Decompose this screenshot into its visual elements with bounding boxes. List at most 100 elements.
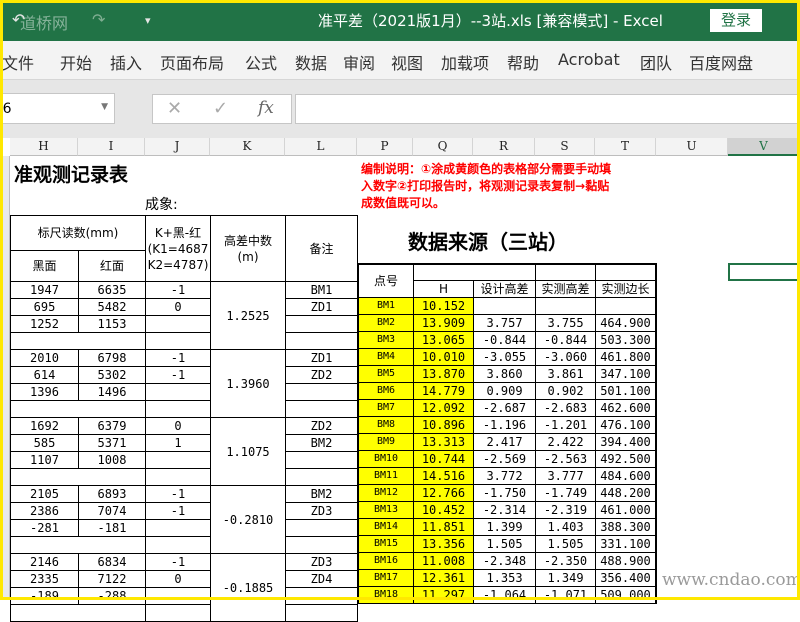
measured-diff[interactable]: 1.403 (535, 518, 596, 536)
measured-diff[interactable]: 3.755 (535, 314, 596, 332)
note-cell[interactable] (285, 315, 358, 333)
black-reading[interactable]: 2146 (10, 553, 79, 571)
measured-length[interactable]: 484.600 (595, 467, 657, 485)
column-header-R[interactable]: R (473, 138, 535, 156)
note-cell[interactable]: ZD3 (285, 553, 358, 571)
redo-icon[interactable]: ↷ (92, 10, 105, 29)
k-check[interactable]: 0 (145, 570, 211, 588)
design-diff[interactable]: 1.353 (473, 569, 536, 587)
measured-diff[interactable]: 0.902 (535, 382, 596, 400)
black-reading[interactable]: 2010 (10, 349, 79, 367)
elevation[interactable]: 12.092 (413, 399, 474, 417)
measured-length[interactable]: 492.500 (595, 450, 657, 468)
k-check[interactable] (145, 383, 211, 401)
point-id[interactable]: BM14 (357, 518, 414, 536)
point-id[interactable]: BM18 (357, 586, 414, 604)
elevation[interactable]: 10.744 (413, 450, 474, 468)
height-diff-mean[interactable]: 1.3960 (210, 349, 286, 418)
column-header-U[interactable]: U (656, 138, 728, 156)
point-id[interactable]: BM15 (357, 535, 414, 553)
red-reading[interactable]: 5371 (78, 434, 146, 452)
red-reading[interactable]: 7122 (78, 570, 146, 588)
point-id[interactable]: BM17 (357, 569, 414, 587)
elevation[interactable]: 12.361 (413, 569, 474, 587)
red-reading[interactable]: -288 (78, 587, 146, 605)
red-reading[interactable]: 5482 (78, 298, 146, 316)
note-cell[interactable]: BM2 (285, 485, 358, 503)
design-diff[interactable]: 1.399 (473, 518, 536, 536)
tab-9[interactable]: 帮助 (507, 50, 539, 74)
measured-diff[interactable] (535, 297, 596, 315)
elevation[interactable]: 10.152 (413, 297, 474, 315)
design-diff[interactable]: -2.348 (473, 552, 536, 570)
measured-length[interactable]: 503.300 (595, 331, 657, 349)
column-header-V[interactable]: V (728, 138, 800, 156)
note-cell[interactable]: ZD2 (285, 366, 358, 384)
height-diff-mean[interactable]: -0.1885 (210, 553, 286, 622)
k-check[interactable] (145, 315, 211, 333)
point-id[interactable]: BM13 (357, 501, 414, 519)
design-diff[interactable]: -1.064 (473, 586, 536, 604)
measured-length[interactable]: 448.200 (595, 484, 657, 502)
design-diff[interactable]: 3.860 (473, 365, 536, 383)
point-id[interactable]: BM11 (357, 467, 414, 485)
measured-diff[interactable]: -1.749 (535, 484, 596, 502)
elevation[interactable]: 13.065 (413, 331, 474, 349)
tab-10[interactable]: Acrobat (558, 50, 620, 69)
empty-cell[interactable] (145, 400, 211, 418)
measured-diff[interactable]: -2.350 (535, 552, 596, 570)
measured-length[interactable]: 461.000 (595, 501, 657, 519)
empty-cell[interactable] (285, 604, 358, 622)
height-diff-mean[interactable]: 1.2525 (210, 281, 286, 350)
k-check[interactable]: -1 (145, 349, 211, 367)
empty-cell[interactable] (285, 536, 358, 554)
design-diff[interactable]: -2.569 (473, 450, 536, 468)
red-reading[interactable]: 6834 (78, 553, 146, 571)
red-reading[interactable]: 1153 (78, 315, 146, 333)
tab-8[interactable]: 加载项 (441, 50, 489, 74)
cancel-icon[interactable]: ✕ (167, 98, 182, 119)
column-header-I[interactable]: I (78, 138, 145, 156)
black-reading[interactable]: 2105 (10, 485, 79, 503)
point-id[interactable]: BM5 (357, 365, 414, 383)
black-reading[interactable]: 1107 (10, 451, 79, 469)
point-id[interactable]: BM10 (357, 450, 414, 468)
design-diff[interactable] (473, 297, 536, 315)
red-reading[interactable]: 5302 (78, 366, 146, 384)
elevation[interactable]: 11.851 (413, 518, 474, 536)
empty-cell[interactable] (145, 536, 211, 554)
tab-3[interactable]: 页面布局 (160, 50, 224, 74)
black-reading[interactable]: 1692 (10, 417, 79, 435)
elevation[interactable]: 13.870 (413, 365, 474, 383)
empty-cell[interactable] (10, 604, 146, 622)
design-diff[interactable]: -0.844 (473, 331, 536, 349)
point-id[interactable]: BM4 (357, 348, 414, 366)
note-cell[interactable]: ZD1 (285, 298, 358, 316)
elevation[interactable]: 13.356 (413, 535, 474, 553)
design-diff[interactable]: -1.750 (473, 484, 536, 502)
customize-qat-icon[interactable]: ▾ (145, 14, 151, 27)
k-check[interactable] (145, 451, 211, 469)
measured-length[interactable]: 331.100 (595, 535, 657, 553)
empty-cell[interactable] (10, 468, 146, 486)
k-check[interactable] (145, 519, 211, 537)
design-diff[interactable]: 3.757 (473, 314, 536, 332)
empty-cell[interactable] (145, 468, 211, 486)
red-reading[interactable]: 6379 (78, 417, 146, 435)
red-reading[interactable]: 1496 (78, 383, 146, 401)
elevation[interactable]: 13.909 (413, 314, 474, 332)
elevation[interactable]: 11.297 (413, 586, 474, 604)
black-reading[interactable]: 695 (10, 298, 79, 316)
measured-diff[interactable]: -0.844 (535, 331, 596, 349)
black-reading[interactable]: 1947 (10, 281, 79, 299)
black-reading[interactable]: 1252 (10, 315, 79, 333)
empty-cell[interactable] (145, 604, 211, 622)
name-box[interactable]: V6 ▼ (0, 93, 115, 124)
k-check[interactable]: 1 (145, 434, 211, 452)
design-diff[interactable]: -2.687 (473, 399, 536, 417)
measured-diff[interactable]: 1.505 (535, 535, 596, 553)
column-header-P[interactable]: P (357, 138, 413, 156)
tab-1[interactable]: 开始 (60, 50, 92, 74)
elevation[interactable]: 12.766 (413, 484, 474, 502)
point-id[interactable]: BM7 (357, 399, 414, 417)
